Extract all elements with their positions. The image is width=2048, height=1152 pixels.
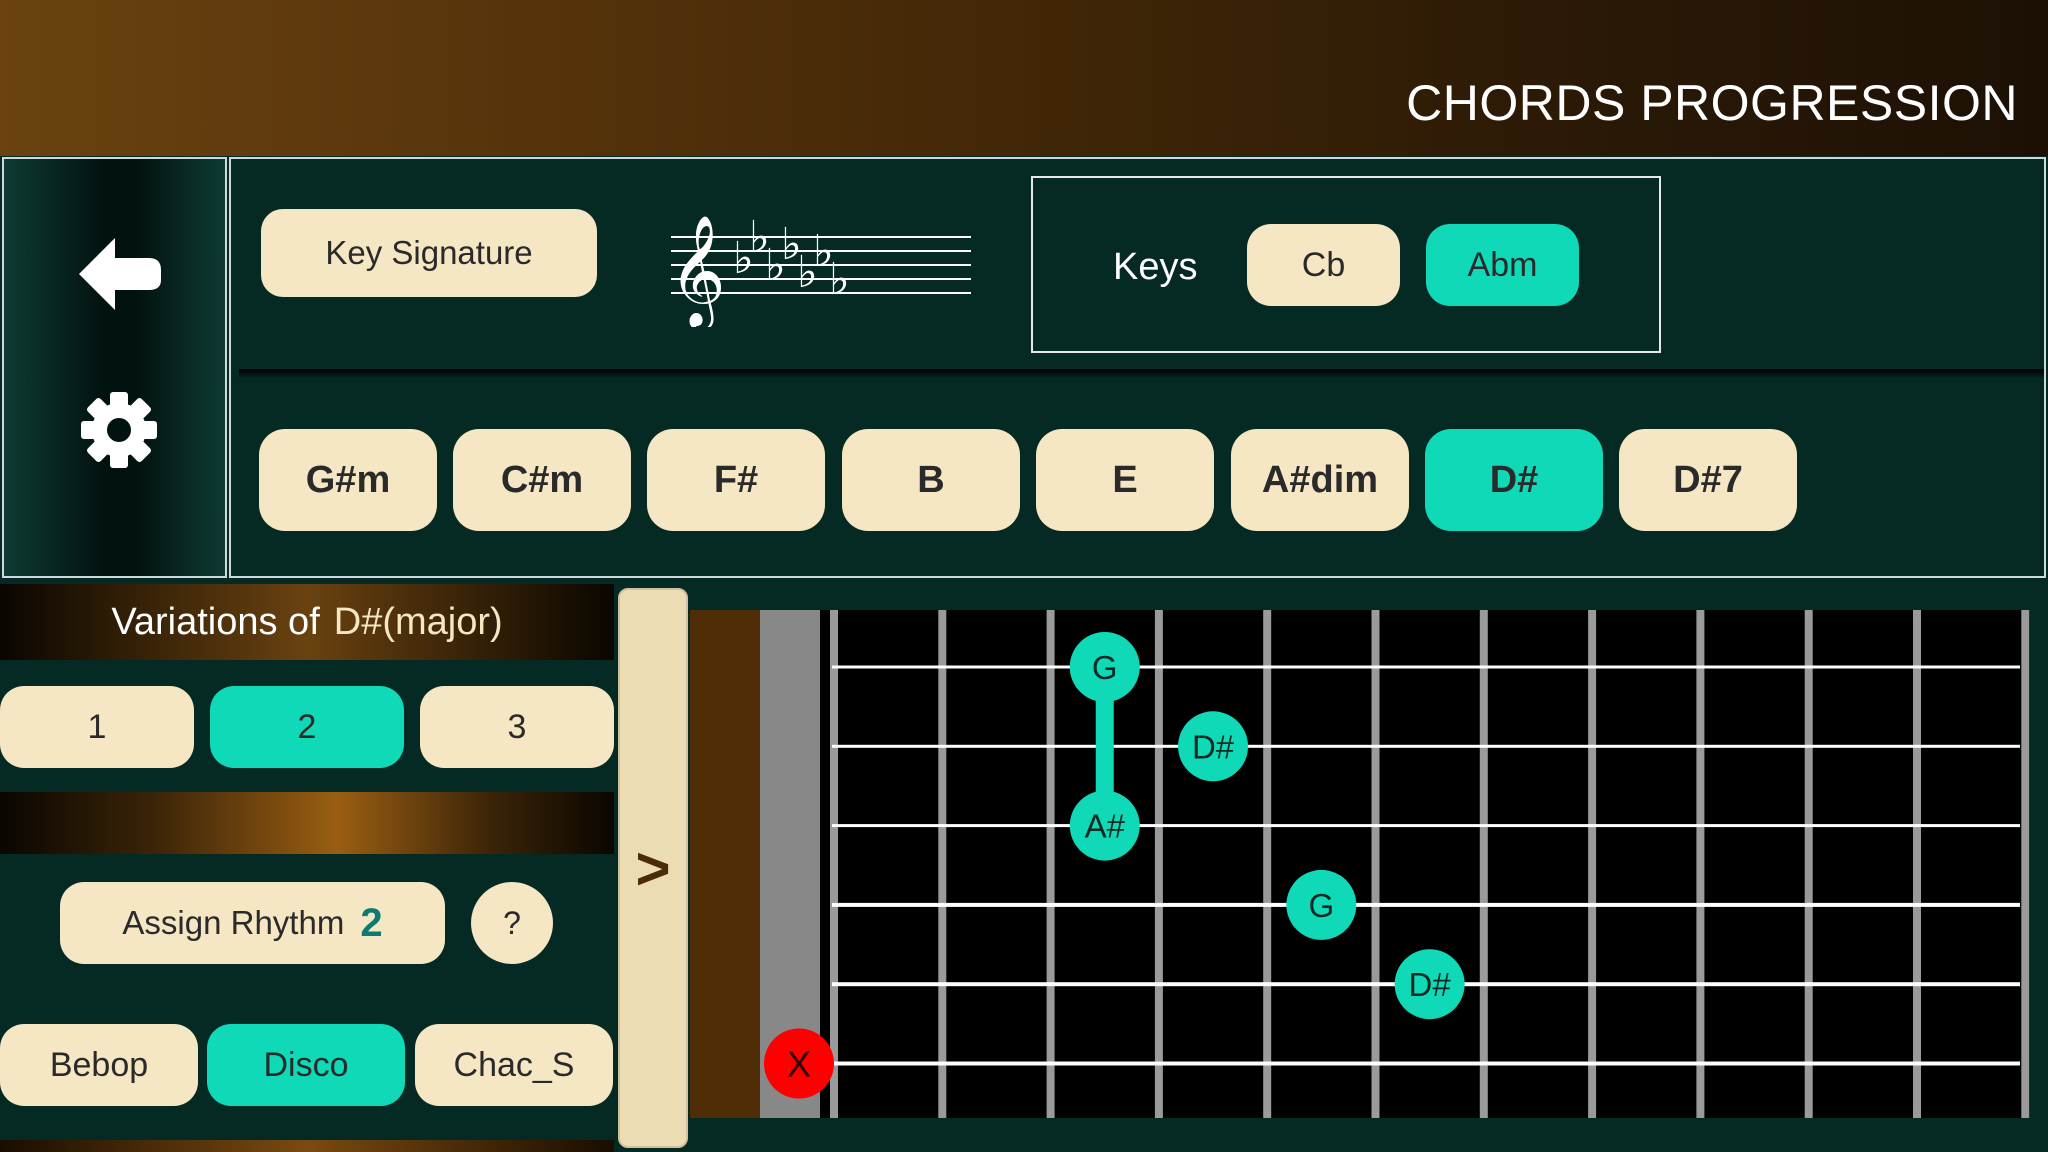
fret-wire — [1263, 610, 1272, 1118]
guitar-string — [832, 665, 2020, 669]
assign-rhythm-label: Assign Rhythm — [122, 904, 345, 941]
fretboard[interactable]: G D# A# G D# X — [690, 588, 2030, 1133]
fret-wire — [1588, 610, 1597, 1118]
key-option-abm[interactable]: Abm — [1426, 224, 1579, 306]
style-button-disco[interactable]: Disco — [207, 1024, 405, 1106]
settings-button[interactable] — [74, 385, 164, 475]
variations-chord-name: D#(major) — [333, 600, 503, 643]
note-label: A# — [1085, 808, 1126, 845]
variations-header: Variations of D#(major) — [0, 584, 614, 660]
style-button-chac-s[interactable]: Chac_S — [415, 1024, 613, 1106]
assigned-rhythm-number: 2 — [360, 900, 383, 945]
chord-button-b[interactable]: B — [842, 429, 1020, 531]
gear-icon — [81, 392, 157, 468]
guitar-string — [832, 1061, 2020, 1066]
key-signature-button[interactable]: Key Signature — [261, 209, 597, 297]
expand-handle[interactable]: > — [618, 588, 688, 1148]
chord-button-e[interactable]: E — [1036, 429, 1214, 531]
guitar-string — [832, 902, 2020, 907]
muted-string-label: X — [787, 1044, 811, 1085]
back-button[interactable] — [74, 229, 164, 319]
assign-rhythm-button[interactable]: Assign Rhythm 2 — [60, 882, 445, 964]
chord-button-d-sharp-7[interactable]: D#7 — [1619, 429, 1797, 531]
fret-wire — [1371, 610, 1380, 1118]
wood-divider — [0, 792, 614, 854]
variation-button-3[interactable]: 3 — [420, 686, 614, 768]
key-option-cb[interactable]: Cb — [1247, 224, 1400, 306]
fret-wire — [2021, 610, 2030, 1118]
variation-button-2[interactable]: 2 — [210, 686, 404, 768]
note-label: G — [1092, 649, 1118, 686]
fret-wire — [1479, 610, 1488, 1118]
note-label: D# — [1192, 728, 1235, 765]
variation-button-1[interactable]: 1 — [0, 686, 194, 768]
fret-wire — [1046, 610, 1055, 1118]
fret-wire — [938, 610, 947, 1118]
title-bar: CHORDS PROGRESSION — [0, 0, 2048, 156]
guitar-string — [832, 824, 2020, 828]
fret-wire — [1913, 610, 1921, 1118]
note-label: G — [1309, 887, 1335, 924]
fret-wire — [830, 610, 838, 1118]
main-panel: Key Signature 𝄞 ♭ ♭ ♭ ♭ ♭ ♭ ♭ Keys Cb Abm G#m … — [229, 157, 2046, 578]
fret-wire — [1804, 610, 1813, 1118]
chord-button-a-sharp-dim[interactable]: A#dim — [1231, 429, 1409, 531]
chord-button-d-sharp[interactable]: D# — [1425, 429, 1603, 531]
note-label: D# — [1409, 966, 1452, 1003]
variations-title: Variations of — [111, 600, 320, 643]
key-signature-staff: 𝄞 ♭♭♭♭♭♭♭ — [671, 212, 971, 327]
back-arrow-icon — [79, 238, 161, 310]
fret-wire — [1154, 610, 1163, 1118]
chord-button-g-sharp-m[interactable]: G#m — [259, 429, 437, 531]
chord-button-c-sharp-m[interactable]: C#m — [453, 429, 631, 531]
style-button-bebop[interactable]: Bebop — [0, 1024, 198, 1106]
keys-label: Keys — [1113, 246, 1198, 288]
bottom-wood-strip — [0, 1140, 614, 1152]
app-title: CHORDS PROGRESSION — [1406, 75, 2018, 131]
guitar-string — [832, 744, 2020, 748]
side-panel — [2, 157, 227, 578]
keys-selector: Keys Cb Abm — [1031, 176, 1661, 353]
flat-symbol: ♭ — [829, 254, 850, 305]
help-button[interactable]: ? — [471, 882, 553, 964]
panel-divider — [239, 369, 2044, 379]
fretboard-wood — [690, 610, 760, 1118]
fret-wire — [1696, 610, 1705, 1118]
svg-text:𝄞: 𝄞 — [671, 214, 726, 327]
chord-button-f-sharp[interactable]: F# — [647, 429, 825, 531]
fretboard-board — [820, 610, 2030, 1118]
